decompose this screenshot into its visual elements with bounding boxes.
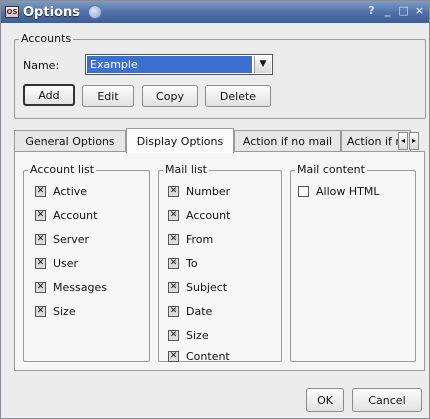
edit-button[interactable]: Edit xyxy=(82,85,134,107)
checkbox-label: User xyxy=(53,257,79,270)
app-icon: OS xyxy=(5,6,19,18)
accounts-legend: Accounts xyxy=(21,32,72,45)
checkbox-label: Active xyxy=(53,185,88,198)
name-label: Name: xyxy=(23,59,60,72)
display-options-panel: Account list ✕ Active ✕ Account ✕ Server… xyxy=(14,151,425,371)
checkbox-row[interactable]: Allow HTML xyxy=(298,185,379,198)
account-list-legend: Account list xyxy=(30,163,95,176)
ok-button[interactable]: OK xyxy=(306,388,344,412)
account-name-dropdown[interactable]: Example ▼ xyxy=(85,54,273,75)
checkbox-label: To xyxy=(186,257,198,270)
tab-scroll-left-icon[interactable]: ◂ xyxy=(398,132,408,150)
close-button[interactable]: × xyxy=(412,4,427,19)
checkbox-date[interactable]: ✕ xyxy=(168,306,179,317)
checkbox-row[interactable]: ✕ Subject xyxy=(168,281,227,294)
account-name-value: Example xyxy=(87,56,252,73)
checkbox-label: Content xyxy=(186,350,230,363)
minimize-button[interactable]: _ xyxy=(380,4,395,19)
checkbox-row[interactable]: ✕ Active xyxy=(35,185,87,198)
checkbox-row[interactable]: ✕ Account xyxy=(168,209,230,222)
add-button[interactable]: Add xyxy=(23,84,75,106)
title-bar[interactable]: OS Options ? _ □ × xyxy=(1,1,429,23)
checkbox-label: From xyxy=(186,233,214,246)
checkbox-row[interactable]: ✕ Server xyxy=(35,233,89,246)
checkbox-allow-html[interactable] xyxy=(298,186,309,197)
checkbox-label: Messages xyxy=(53,281,107,294)
checkbox-row[interactable]: ✕ From xyxy=(168,233,213,246)
checkbox-label: Account xyxy=(53,209,98,222)
checkbox-row[interactable]: ✕ To xyxy=(168,257,198,270)
checkbox-subject[interactable]: ✕ xyxy=(168,282,179,293)
checkbox-size[interactable]: ✕ xyxy=(35,306,46,317)
options-window: OS Options ? _ □ × Accounts Name: Exampl… xyxy=(0,0,430,419)
checkbox-label: Server xyxy=(53,233,90,246)
checkbox-server[interactable]: ✕ xyxy=(35,234,46,245)
mail-list-legend: Mail list xyxy=(165,163,207,176)
checkbox-number[interactable]: ✕ xyxy=(168,186,179,197)
tab-scroll-right-icon[interactable]: ▸ xyxy=(409,132,419,150)
checkbox-row[interactable]: ✕ Date xyxy=(168,305,212,318)
checkbox-active[interactable]: ✕ xyxy=(35,186,46,197)
copy-button[interactable]: Copy xyxy=(142,85,198,107)
mail-content-legend: Mail content xyxy=(297,163,365,176)
checkbox-row[interactable]: ✕ Size xyxy=(35,305,76,318)
checkbox-label: Size xyxy=(53,305,76,318)
checkbox-row[interactable]: ✕ Size xyxy=(168,329,209,342)
tab-action-if-no-mail[interactable]: Action if no mail xyxy=(234,130,341,152)
chevron-down-icon[interactable]: ▼ xyxy=(254,56,271,73)
tab-display-options[interactable]: Display Options xyxy=(126,128,234,153)
checkbox-label: Date xyxy=(186,305,213,318)
checkbox-account[interactable]: ✕ xyxy=(168,210,179,221)
checkbox-label: Number xyxy=(186,185,231,198)
checkbox-row[interactable]: ✕ Content xyxy=(168,350,230,363)
maximize-button[interactable]: □ xyxy=(396,4,411,19)
window-menu-icon[interactable] xyxy=(87,5,102,19)
checkbox-row[interactable]: ✕ Account xyxy=(35,209,97,222)
checkbox-to[interactable]: ✕ xyxy=(168,258,179,269)
tab-bar: General Options Display Options Action i… xyxy=(14,128,426,153)
checkbox-account[interactable]: ✕ xyxy=(35,210,46,221)
checkbox-label: Account xyxy=(186,209,231,222)
checkbox-content[interactable]: ✕ xyxy=(168,351,179,362)
cancel-button[interactable]: Cancel xyxy=(352,388,422,412)
titlebar-buttons: ? _ □ × xyxy=(364,4,427,19)
checkbox-label: Subject xyxy=(186,281,228,294)
checkbox-label: Allow HTML xyxy=(316,185,380,198)
checkbox-row[interactable]: ✕ User xyxy=(35,257,78,270)
checkbox-row[interactable]: ✕ Number xyxy=(168,185,230,198)
help-button[interactable]: ? xyxy=(364,4,379,19)
checkbox-messages[interactable]: ✕ xyxy=(35,282,46,293)
checkbox-from[interactable]: ✕ xyxy=(168,234,179,245)
checkbox-label: Size xyxy=(186,329,209,342)
checkbox-user[interactable]: ✕ xyxy=(35,258,46,269)
delete-button[interactable]: Delete xyxy=(205,85,271,107)
window-title: Options xyxy=(23,4,80,20)
checkbox-size[interactable]: ✕ xyxy=(168,330,179,341)
tab-general-options[interactable]: General Options xyxy=(14,130,126,152)
checkbox-row[interactable]: ✕ Messages xyxy=(35,281,107,294)
